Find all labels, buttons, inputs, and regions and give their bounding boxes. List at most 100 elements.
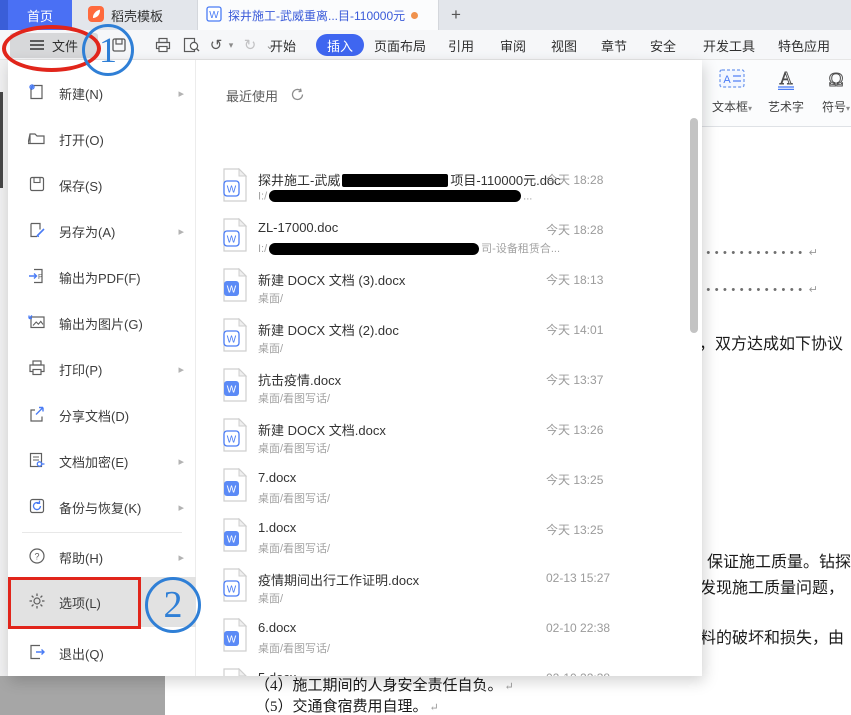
menu-item-print[interactable]: 打印(P) ▸ — [8, 346, 196, 392]
menu-item-label: 输出为图片(G) — [59, 316, 143, 332]
tab-docer-label: 稻壳模板 — [111, 8, 164, 24]
menu-item-label: 文档加密(E) — [59, 454, 129, 470]
file-time: 02-10 22:38 — [546, 671, 610, 676]
ribbon-tab-insert-active[interactable]: 插入 — [316, 34, 364, 56]
annotation-step1-number: 1 — [99, 30, 117, 70]
recent-file-row[interactable]: W 1.docx 桌面/看图写话/ 今天 13:25 — [196, 517, 701, 566]
menu-item-encrypt[interactable]: 文档加密(E) ▸ — [8, 438, 196, 484]
annotation-step2-number: 2 — [163, 584, 183, 626]
menu-item-open[interactable]: 打开(O) — [8, 116, 196, 162]
recent-file-row[interactable]: W 6.docx 桌面/看图写话/ 02-10 22:38 — [196, 617, 701, 666]
tab-document[interactable]: W 探井施工-武威重离...目-110000元 — [197, 0, 439, 30]
word-doc-icon: W — [206, 5, 222, 25]
file-time: 02-13 15:27 — [546, 571, 611, 585]
undo-dropdown-caret[interactable]: ▾ — [226, 30, 236, 60]
word-file-icon: W — [222, 517, 248, 557]
menu-item-label: 分享文档(D) — [59, 408, 130, 424]
file-path: 桌面/看图写话/ — [258, 493, 331, 505]
textbox-button[interactable]: A 文本框▾ — [708, 68, 756, 115]
ribbon-tab-special-features[interactable]: 特色应用 — [778, 30, 830, 60]
ribbon-tab-section[interactable]: 章节 — [601, 30, 627, 60]
ribbon-tab-home[interactable]: 开始 — [270, 30, 296, 60]
recent-file-row[interactable]: W 5.docx 桌面/看图写话/ 02-10 22:38 — [196, 667, 701, 676]
menu-item-export-image[interactable]: 输出为图片(G) — [8, 300, 196, 346]
file-time: 今天 14:01 — [546, 323, 604, 337]
menu-item-label: 帮助(H) — [59, 550, 104, 566]
svg-text:A: A — [780, 68, 793, 88]
refresh-icon[interactable] — [290, 87, 305, 105]
svg-text:W: W — [227, 535, 237, 546]
file-name: 6.docx — [258, 620, 297, 635]
recent-file-row[interactable]: W ZL-17000.doc I:/司-设备租赁合... 今天 18:28 — [196, 217, 701, 266]
svg-text:P: P — [38, 274, 43, 281]
svg-text:W: W — [227, 485, 237, 496]
annotation-step1-circle: 1 — [82, 24, 134, 76]
recent-file-row[interactable]: W 新建 DOCX 文档 (3).docx 桌面/ 今天 18:13 — [196, 267, 701, 316]
annotation-step2-circle: 2 — [145, 577, 201, 633]
file-name: 7.docx — [258, 470, 297, 485]
svg-text:W: W — [227, 385, 237, 396]
ribbon-tab-view[interactable]: 视图 — [551, 30, 577, 60]
menu-item-backup[interactable]: 备份与恢复(K) ▸ — [8, 484, 196, 530]
file-name: 疫情期间出行工作证明.docx — [258, 573, 420, 588]
annotation-red-rect-options — [8, 577, 141, 629]
menu-item-new[interactable]: 新建(N) ▸ — [8, 70, 196, 116]
recent-file-row[interactable]: W 抗击疫情.docx 桌面/看图写话/ 今天 13:37 — [196, 367, 701, 416]
svg-text:W: W — [227, 335, 237, 346]
menu-item-save-as[interactable]: 另存为(A) ▸ — [8, 208, 196, 254]
save-icon — [28, 175, 46, 196]
file-path: 桌面/看图写话/ — [258, 393, 331, 405]
ribbon-tab-developer[interactable]: 开发工具 — [703, 30, 755, 60]
menu-item-label: 另存为(A) — [59, 224, 116, 240]
ribbon-tab-security[interactable]: 安全 — [650, 30, 676, 60]
file-path: I:/... — [258, 190, 533, 203]
file-name: 新建 DOCX 文档 (2).doc — [258, 323, 399, 338]
file-time: 今天 13:37 — [546, 373, 604, 387]
svg-text:A: A — [723, 74, 731, 86]
ribbon-tab-references[interactable]: 引用 — [448, 30, 474, 60]
submenu-arrow-icon: ▸ — [178, 455, 184, 468]
recent-file-row[interactable]: W 新建 DOCX 文档.docx 桌面/看图写话/ 今天 13:26 — [196, 417, 701, 466]
textbox-icon: A — [718, 69, 746, 94]
menu-item-exit[interactable]: 退出(Q) — [8, 630, 196, 676]
new-tab-button[interactable]: + — [444, 3, 468, 27]
print-preview-button[interactable] — [180, 30, 202, 60]
undo-button[interactable]: ↺ — [206, 30, 226, 60]
print-icon — [28, 359, 46, 380]
menu-item-save[interactable]: 保存(S) — [8, 162, 196, 208]
menu-item-export-pdf[interactable]: P 输出为PDF(F) — [8, 254, 196, 300]
ribbon-tab-page-layout[interactable]: 页面布局 — [374, 30, 426, 60]
symbol-button[interactable]: Ω 符号▾ — [812, 68, 851, 115]
recent-file-row[interactable]: W 探井施工-武威 项目-110000元.doc I:/... 今天 18:28 — [196, 167, 701, 216]
file-path: I:/司-设备租赁合... — [258, 242, 561, 255]
document-list-item-5: （5）交通食宿费用自理。 ↵ — [255, 699, 439, 715]
recent-files-scrollbar[interactable] — [690, 118, 698, 333]
file-path: 桌面/看图写话/ — [258, 543, 331, 555]
submenu-arrow-icon: ▸ — [178, 363, 184, 376]
tab-docer-templates[interactable]: 稻壳模板 — [76, 0, 198, 30]
file-name: 5.docx — [258, 670, 296, 676]
file-path: 桌面/ — [258, 593, 284, 605]
document-text-line: 发现施工质量问题， — [702, 580, 845, 597]
file-time: 今天 18:28 — [546, 173, 604, 187]
word-file-icon: W — [222, 567, 248, 607]
recent-file-row[interactable]: W 疫情期间出行工作证明.docx 桌面/ 02-13 15:27 — [196, 567, 701, 616]
word-file-icon: W — [222, 167, 248, 207]
recent-file-row[interactable]: W 7.docx 桌面/看图写话/ 今天 13:25 — [196, 467, 701, 516]
unsaved-dot — [411, 11, 419, 19]
file-path: 桌面/看图写话/ — [258, 443, 331, 455]
word-file-icon: W — [222, 267, 248, 307]
recent-file-row[interactable]: W 新建 DOCX 文档 (2).doc 桌面/ 今天 14:01 — [196, 317, 701, 366]
file-name: 1.docx — [258, 520, 297, 535]
word-file-icon: W — [222, 667, 248, 676]
ribbon-tab-review[interactable]: 审阅 — [500, 30, 526, 60]
svg-text:W: W — [227, 435, 237, 446]
dotted-fill-line: ••••••••••••• ↵ — [702, 247, 818, 259]
wordart-button[interactable]: A 艺术字 — [762, 68, 810, 115]
window-corner — [0, 0, 8, 30]
recent-files-header: 最近使用 — [226, 89, 279, 104]
print-button[interactable] — [152, 30, 174, 60]
menu-item-help[interactable]: ? 帮助(H) ▸ — [8, 534, 196, 580]
redo-button[interactable]: ↻ — [240, 30, 260, 60]
menu-item-share[interactable]: 分享文档(D) — [8, 392, 196, 438]
